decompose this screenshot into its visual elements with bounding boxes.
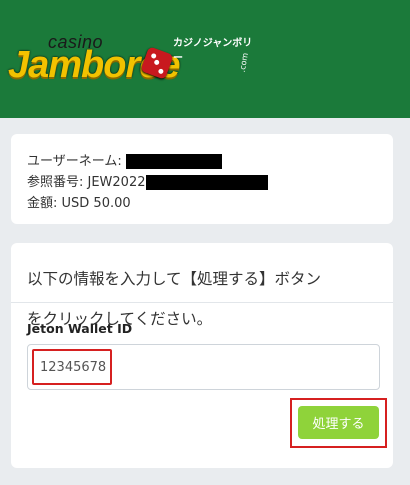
username-row: ユーザーネーム: [27, 150, 222, 169]
reference-redacted [145, 175, 268, 190]
username-redacted [125, 154, 222, 169]
reference-row: 参照番号: JEW2022 [27, 171, 268, 190]
instruction-divider [11, 302, 393, 303]
jeton-wallet-id-input[interactable] [27, 344, 380, 390]
wallet-form-card: 以下の情報を入力して【処理する】ボタン をクリックしてください。 Jeton W… [11, 243, 393, 468]
amount-label: 金額: USD 50.00 [27, 196, 131, 211]
reference-label: 参照番号: JEW2022 [27, 175, 146, 190]
casino-jamboree-logo[interactable]: casino Jamboree カジノジャンボリー .com [8, 28, 258, 88]
logo-suffix-text: .com [237, 52, 250, 73]
amount-row: 金額: USD 50.00 [27, 192, 131, 211]
payment-info-card: ユーザーネーム: 参照番号: JEW2022 金額: USD 50.00 [11, 134, 393, 224]
instruction-line-1: 以下の情報を入力して【処理する】ボタン [27, 270, 322, 288]
username-label: ユーザーネーム: [27, 154, 122, 169]
jeton-wallet-id-label: Jeton Wallet ID [27, 321, 133, 336]
process-button[interactable]: 処理する [298, 406, 379, 439]
site-header: casino Jamboree カジノジャンボリー .com [0, 0, 410, 118]
